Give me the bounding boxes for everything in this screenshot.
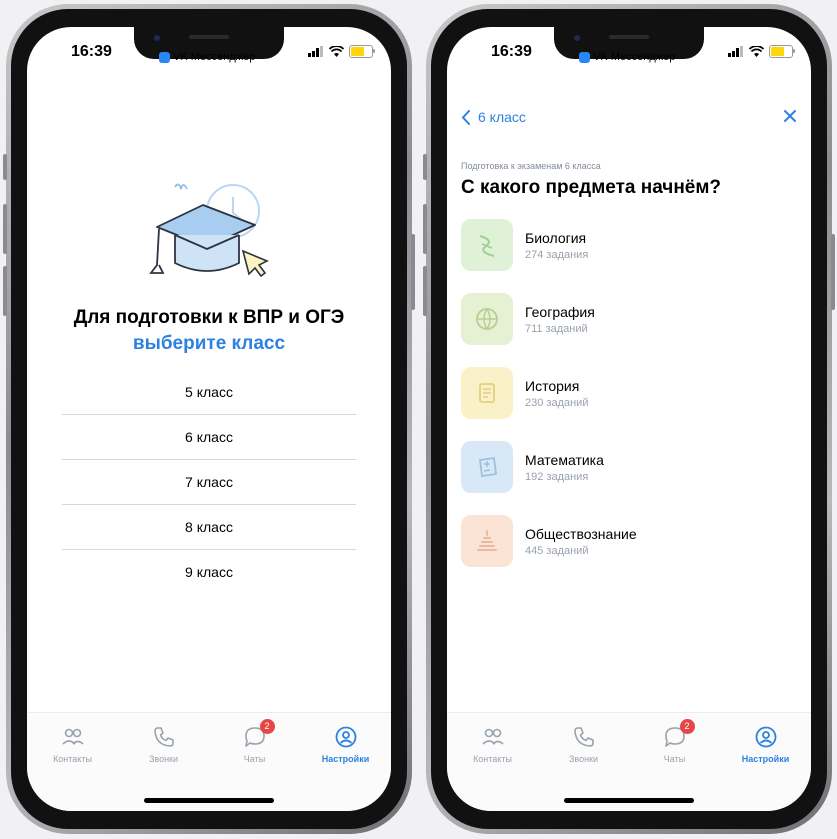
app-indicator[interactable]: VK Мессенджер [579,51,675,63]
settings-icon [755,726,776,748]
battery-icon [349,45,375,58]
tab-contacts-label: Контакты [473,754,512,764]
tab-calls[interactable]: Звонки [118,725,209,764]
subject-count: 711 заданий [525,322,588,335]
status-time: 16:39 [71,43,112,60]
status-icons [728,45,795,58]
chevron-left-icon [461,109,470,125]
signal-icon [308,46,323,57]
grade-option-5[interactable]: 5 класс [62,370,356,415]
tab-chats[interactable]: 2 Чаты [629,719,720,764]
tab-calls-label: Звонки [568,754,599,764]
subject-count: 274 задания [525,248,589,261]
volume-down-button [423,266,427,316]
subject-selection-screen: 16:39 VK Мессенджер 6 класс Подготовка к… [447,27,811,811]
subject-name: География [525,303,595,320]
page-title: С какого предмета начнём? [461,177,722,198]
vk-logo-icon [159,51,170,63]
grade-option-6[interactable]: 6 класс [62,415,356,460]
contacts-icon [61,728,84,745]
subject-item-history[interactable]: История 230 заданий [461,367,797,419]
app-indicator[interactable]: VK Мессенджер [159,51,255,63]
tab-chats-label: Чаты [663,754,686,764]
tab-settings[interactable]: Настройки [720,725,811,764]
phone-frame-right: 16:39 VK Мессенджер 6 класс Подготовка к… [423,4,835,834]
home-indicator[interactable] [144,798,274,803]
tab-contacts[interactable]: Контакты [27,725,118,764]
tab-contacts[interactable]: Контакты [447,725,538,764]
subject-count: 192 задания [525,470,589,483]
pyramid-icon [461,515,513,567]
tab-bar: Контакты Звонки 2 Чаты Настройки [27,712,391,811]
section-caption: Подготовка к экзаменам 6 класса [461,161,601,171]
tab-chats-label: Чаты [243,754,266,764]
tab-contacts-label: Контакты [53,754,92,764]
tab-settings-label: Настройки [741,754,790,764]
globe-icon [461,293,513,345]
phone-frame-left: 16:39 VK Мессенджер Для подготовки к ВПР… [3,4,415,834]
grade-list: 5 класс 6 класс 7 класс 8 класс 9 класс [62,370,356,594]
volume-up-button [3,204,7,254]
status-icons [308,45,375,58]
math-icon [461,441,513,493]
page-subtitle: выберите класс [132,333,286,354]
home-indicator[interactable] [564,798,694,803]
tab-chats[interactable]: 2 Чаты [209,719,300,764]
back-button[interactable]: 6 класс [461,109,526,125]
vk-logo-icon [579,51,590,63]
nav-bar: 6 класс [447,109,811,133]
chats-badge: 2 [259,719,275,734]
subject-item-math[interactable]: Математика 192 задания [461,441,797,493]
power-button [411,234,415,310]
grade-option-8[interactable]: 8 класс [62,505,356,550]
volume-up-button [423,204,427,254]
grade-option-9[interactable]: 9 класс [62,550,356,594]
signal-icon [728,46,743,57]
page-title: Для подготовки к ВПР и ОГЭ [73,307,345,328]
volume-down-button [3,266,7,316]
mute-switch [3,154,7,180]
scroll-icon [461,367,513,419]
phone-icon [153,727,174,747]
wifi-icon [749,46,764,57]
subject-item-geography[interactable]: География 711 заданий [461,293,797,345]
contacts-icon [481,728,504,745]
phone-icon [573,727,594,747]
subject-list: Биология 274 задания География 711 задан… [461,219,797,589]
mute-switch [423,154,427,180]
settings-icon [335,726,356,748]
graduation-cap-illustration [149,183,269,278]
subject-item-social-studies[interactable]: Обществознание 445 заданий [461,515,797,567]
grade-option-7[interactable]: 7 класс [62,460,356,505]
wifi-icon [329,46,344,57]
status-time: 16:39 [491,43,532,60]
grade-selection-screen: 16:39 VK Мессенджер Для подготовки к ВПР… [27,27,391,811]
tab-calls[interactable]: Звонки [538,725,629,764]
back-label: 6 класс [478,109,526,125]
tab-settings-label: Настройки [321,754,370,764]
app-name: VK Мессенджер [593,51,676,63]
subject-name: История [525,377,580,394]
subject-count: 445 заданий [525,544,589,557]
subject-count: 230 заданий [525,396,589,409]
tab-calls-label: Звонки [148,754,179,764]
subject-name: Биология [525,229,587,246]
subject-item-biology[interactable]: Биология 274 задания [461,219,797,271]
subject-name: Математика [525,451,604,468]
subject-name: Обществознание [525,525,637,542]
chats-badge: 2 [679,719,695,734]
battery-icon [769,45,795,58]
tab-settings[interactable]: Настройки [300,725,391,764]
close-icon[interactable] [783,109,797,123]
biology-icon [461,219,513,271]
power-button [831,234,835,310]
app-name: VK Мессенджер [173,51,256,63]
tab-bar: Контакты Звонки 2 Чаты Настройки [447,712,811,811]
